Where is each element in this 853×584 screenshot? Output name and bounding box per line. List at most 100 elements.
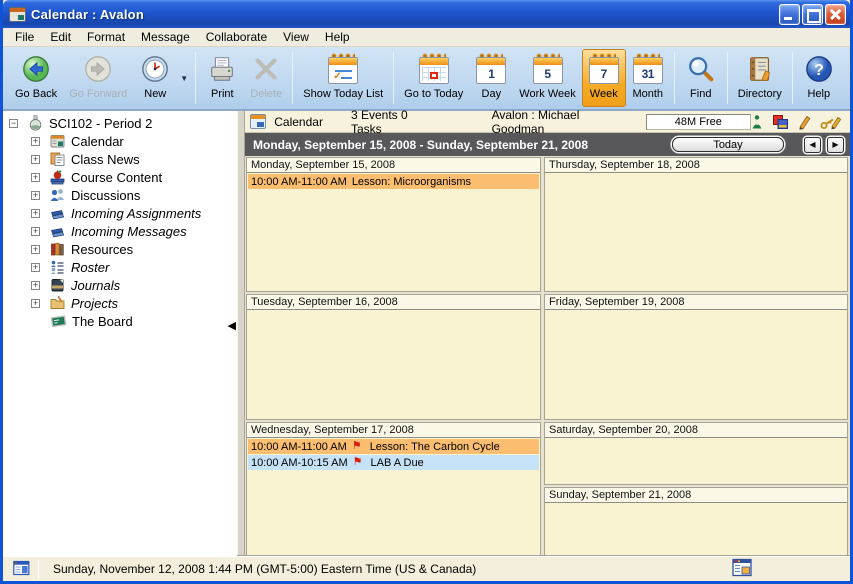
sidebar-item-incoming-assignments[interactable]: + Incoming Assignments: [3, 204, 237, 222]
previous-week-button[interactable]: ◀: [804, 137, 821, 153]
print-button[interactable]: Print: [200, 49, 244, 107]
pencil-icon[interactable]: [798, 114, 811, 130]
new-button[interactable]: New: [133, 49, 177, 107]
flag-icon: ⚑: [352, 441, 362, 452]
sidebar-item-incoming-messages[interactable]: + Incoming Messages: [3, 222, 237, 240]
account-label: Avalon : Michael Goodman: [492, 108, 620, 136]
key-pencil-icon[interactable]: [820, 114, 842, 130]
week-view-button[interactable]: 7 Week: [582, 49, 626, 107]
toolbar-separator: [393, 52, 394, 104]
find-label: Find: [690, 88, 711, 100]
menu-collaborate[interactable]: Collaborate: [198, 29, 275, 45]
toolbar-separator: [792, 52, 793, 104]
person-icon[interactable]: [751, 114, 763, 130]
expand-toggle[interactable]: +: [31, 155, 40, 164]
today-button[interactable]: Today: [672, 137, 784, 152]
sidebar-item-journals[interactable]: + Journals: [3, 276, 237, 294]
pane-splitter[interactable]: [237, 111, 245, 556]
sidebar-item-label: Resources: [71, 242, 133, 257]
month-view-button[interactable]: 31 Month: [626, 49, 670, 107]
day-cell[interactable]: [545, 310, 847, 419]
toolbar-separator: [292, 52, 293, 104]
menu-message[interactable]: Message: [133, 29, 198, 45]
collapse-toggle[interactable]: −: [9, 119, 18, 128]
month-view-label: Month: [632, 88, 663, 100]
sidebar-item-projects[interactable]: + Projects: [3, 294, 237, 312]
sidebar-item-roster[interactable]: + Roster: [3, 258, 237, 276]
maximize-button[interactable]: [802, 4, 823, 25]
close-button[interactable]: [825, 4, 846, 25]
day-wednesday: Wednesday, September 17, 2008 10:00 AM-1…: [246, 422, 541, 556]
layout-view-icon[interactable]: [732, 558, 752, 580]
free-space-indicator: 48M Free: [646, 114, 751, 130]
help-button[interactable]: ? Help: [797, 49, 841, 107]
day-cell[interactable]: [545, 438, 847, 484]
calendar-week-icon: 7: [588, 53, 620, 85]
menu-edit[interactable]: Edit: [42, 29, 79, 45]
go-forward-icon: [82, 53, 114, 85]
day-header: Sunday, September 21, 2008: [545, 488, 847, 503]
events-tasks-summary: 3 Events 0 Tasks: [351, 108, 432, 136]
sidebar-item-label: Projects: [71, 296, 118, 311]
sidebar-item-label: The Board: [72, 314, 133, 329]
minimize-button[interactable]: [779, 4, 800, 25]
sidebar-item-resources[interactable]: + Resources: [3, 240, 237, 258]
toolbar-separator: [727, 52, 728, 104]
sidebar-item-discussions[interactable]: + Discussions: [3, 186, 237, 204]
delete-button[interactable]: Delete: [244, 49, 288, 107]
sidebar-item-label: Journals: [71, 278, 120, 293]
sidebar-item-course-content[interactable]: + Course Content: [3, 168, 237, 186]
day-cell[interactable]: [545, 173, 847, 291]
directory-label: Directory: [738, 88, 782, 100]
layers-icon[interactable]: [772, 114, 789, 130]
date-navigation-bar: Monday, September 15, 2008 - Sunday, Sep…: [245, 133, 850, 156]
day-monday: Monday, September 15, 2008 10:00 AM-11:0…: [246, 157, 541, 292]
go-forward-button[interactable]: Go Forward: [63, 49, 133, 107]
go-forward-label: Go Forward: [69, 88, 127, 100]
day-view-button[interactable]: 1 Day: [469, 49, 513, 107]
go-back-button[interactable]: Go Back: [9, 49, 63, 107]
calendar-work-week-icon: 5: [532, 53, 564, 85]
event-lesson-microorganisms[interactable]: 10:00 AM-11:00 AM Lesson: Microorganisms: [248, 174, 539, 189]
expand-toggle[interactable]: +: [31, 281, 40, 290]
pane-view-icon[interactable]: [13, 560, 30, 579]
menu-format[interactable]: Format: [79, 29, 133, 45]
menu-file[interactable]: File: [7, 29, 42, 45]
new-label: New: [144, 88, 166, 100]
show-today-list-label: Show Today List: [303, 88, 383, 100]
expand-toggle[interactable]: +: [31, 191, 40, 200]
directory-button[interactable]: Directory: [732, 49, 788, 107]
sidebar-item-class-news[interactable]: + Class News: [3, 150, 237, 168]
new-dropdown-arrow[interactable]: ▼: [177, 49, 191, 107]
day-cell[interactable]: 10:00 AM-11:00 AM ⚑ Lesson: The Carbon C…: [247, 438, 540, 555]
expand-toggle[interactable]: +: [31, 137, 40, 146]
day-cell[interactable]: 10:00 AM-11:00 AM Lesson: Microorganisms: [247, 173, 540, 291]
sidebar-item-calendar[interactable]: + Calendar: [3, 132, 237, 150]
tree-root-label: SCI102 - Period 2: [49, 116, 152, 131]
expand-toggle[interactable]: +: [31, 227, 40, 236]
expand-toggle[interactable]: +: [31, 299, 40, 308]
day-cell[interactable]: [545, 503, 847, 555]
find-button[interactable]: Find: [679, 49, 723, 107]
today-list-icon: ✓: [327, 53, 359, 85]
title-bar[interactable]: Calendar : Avalon: [3, 0, 850, 28]
next-week-button[interactable]: ▶: [827, 137, 844, 153]
day-header: Friday, September 19, 2008: [545, 295, 847, 310]
go-to-today-button[interactable]: Go to Today: [398, 49, 469, 107]
toolbar-separator: [195, 52, 196, 104]
event-lab-a-due[interactable]: 10:00 AM-10:15 AM ⚑ LAB A Due: [248, 455, 539, 470]
expand-toggle[interactable]: +: [31, 263, 40, 272]
menu-help[interactable]: Help: [317, 29, 358, 45]
work-week-view-button[interactable]: 5 Work Week: [513, 49, 581, 107]
sidebar-item-label: Discussions: [71, 188, 140, 203]
event-lesson-carbon-cycle[interactable]: 10:00 AM-11:00 AM ⚑ Lesson: The Carbon C…: [248, 439, 539, 454]
expand-toggle[interactable]: +: [31, 173, 40, 182]
sidebar-collapse-icon[interactable]: ◀: [228, 321, 236, 332]
day-cell[interactable]: [247, 310, 540, 419]
sidebar-item-the-board[interactable]: The Board: [3, 312, 237, 330]
expand-toggle[interactable]: +: [31, 245, 40, 254]
expand-toggle[interactable]: +: [31, 209, 40, 218]
tree-root-sci102[interactable]: − SCI102 - Period 2: [3, 114, 237, 132]
show-today-list-button[interactable]: ✓ Show Today List: [297, 49, 389, 107]
menu-view[interactable]: View: [275, 29, 317, 45]
